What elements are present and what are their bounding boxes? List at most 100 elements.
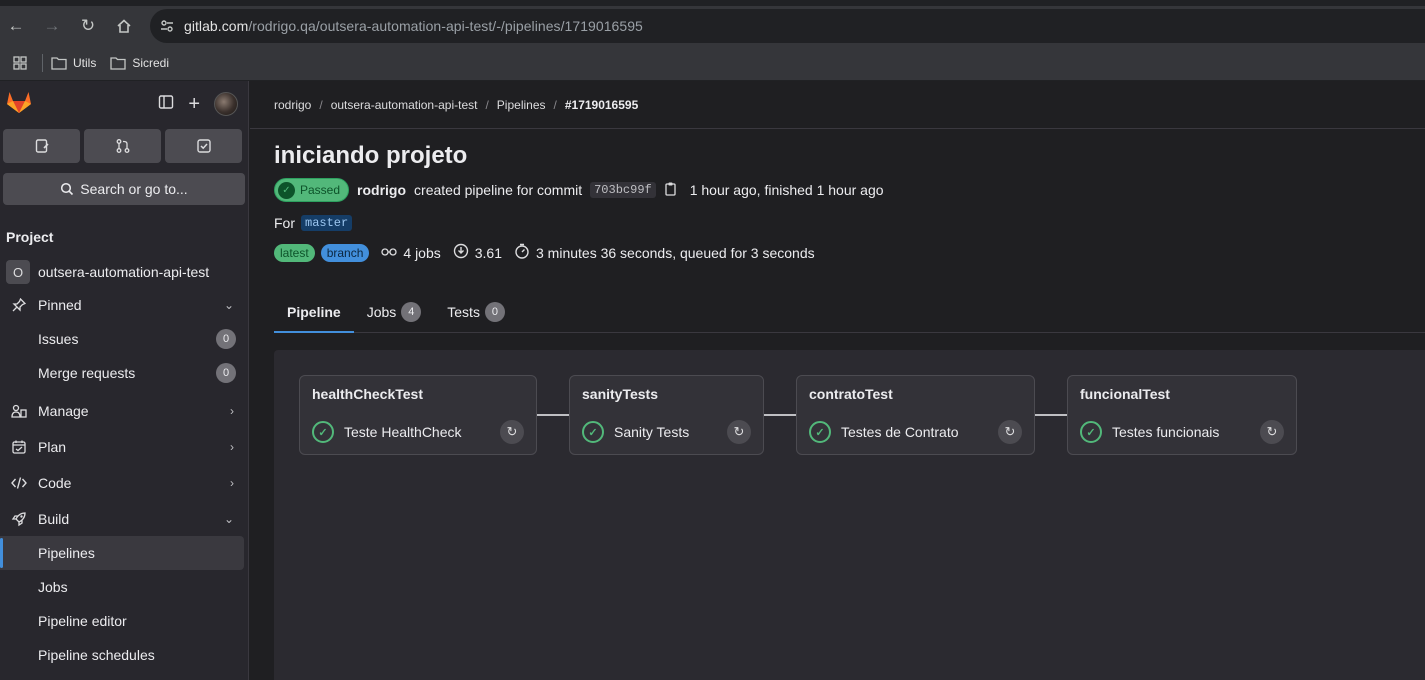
gitlab-logo-icon[interactable] <box>6 90 32 119</box>
todo-shortcut-button[interactable] <box>165 129 242 163</box>
breadcrumb-pipeline-id[interactable]: #1719016595 <box>565 98 638 112</box>
stage-title: healthCheckTest <box>312 386 423 402</box>
sidebar-item-label: Jobs <box>38 579 68 595</box>
stage-connector <box>764 414 796 416</box>
search-button[interactable]: Search or go to... <box>3 173 245 205</box>
check-icon: ✓ <box>278 181 295 199</box>
bookmark-label: Utils <box>73 55 97 70</box>
tab-count-badge: 4 <box>401 301 422 322</box>
breadcrumb-separator: / <box>553 98 557 112</box>
sidebar: + Search or go to... Project O outsera-a… <box>0 81 249 680</box>
sidebar-item-issues[interactable]: Issues 0 <box>0 322 248 356</box>
job-name: Sanity Tests <box>614 424 690 440</box>
sidebar-item-label: Merge requests <box>38 365 136 381</box>
tab-jobs[interactable]: Jobs 4 <box>354 290 435 333</box>
issues-icon <box>35 139 49 153</box>
chevron-right-icon: › <box>230 404 234 418</box>
clock-icon <box>514 243 530 262</box>
tab-label: Jobs <box>366 303 397 320</box>
sidebar-section-heading: Project <box>6 229 54 245</box>
issues-shortcut-button[interactable] <box>3 129 80 163</box>
folder-icon <box>51 56 67 70</box>
site-settings-icon[interactable] <box>150 9 184 43</box>
back-icon[interactable]: ← <box>2 12 30 40</box>
sidebar-item-label: Code <box>38 475 72 491</box>
url-host: gitlab.com <box>184 18 249 34</box>
bookmark-utils[interactable]: Utils <box>51 56 96 70</box>
sidebar-item-jobs[interactable]: Jobs <box>0 570 248 604</box>
success-check-icon: ✓ <box>1080 421 1102 443</box>
job-item[interactable]: ✓ Testes de Contrato ↻ <box>809 420 1022 444</box>
score-icon <box>453 243 469 262</box>
todo-icon <box>196 139 211 153</box>
success-check-icon: ✓ <box>312 421 334 443</box>
project-avatar: O <box>6 260 30 284</box>
job-item[interactable]: ✓ Testes funcionais ↻ <box>1080 420 1284 444</box>
breadcrumb-project[interactable]: outsera-automation-api-test <box>331 98 478 112</box>
sidebar-project-link[interactable]: O outsera-automation-api-test <box>0 260 248 284</box>
sidebar-item-merge-requests[interactable]: Merge requests 0 <box>0 356 248 390</box>
stage-card-contratotest: contratoTest ✓ Testes de Contrato ↻ <box>796 375 1035 455</box>
apps-grid-icon[interactable] <box>0 55 40 71</box>
plan-icon <box>10 440 28 454</box>
stage-title: contratoTest <box>809 386 893 402</box>
status-label: Passed <box>300 183 341 197</box>
search-icon <box>61 182 74 196</box>
retry-icon[interactable]: ↻ <box>727 420 751 444</box>
stage-connector <box>537 414 569 416</box>
bookmarks-separator <box>42 53 43 72</box>
sidebar-item-build[interactable]: Build ⌄ <box>0 502 248 536</box>
collapse-sidebar-icon[interactable] <box>158 94 174 115</box>
bookmarks-bar: Utils Sicredi <box>0 45 1425 81</box>
manage-icon <box>10 404 28 418</box>
sidebar-item-label: Pipeline schedules <box>38 647 155 663</box>
create-new-icon[interactable]: + <box>188 94 200 114</box>
retry-icon[interactable]: ↻ <box>1260 420 1284 444</box>
copy-icon[interactable] <box>664 181 678 200</box>
rocket-icon <box>10 511 28 527</box>
browser-toolbar: ← → ↻ gitlab.com/rodrigo.qa/outsera-auto… <box>0 0 1425 45</box>
url-text: gitlab.com/rodrigo.qa/outsera-automation… <box>184 18 643 34</box>
success-check-icon: ✓ <box>582 421 604 443</box>
breadcrumb-pipelines[interactable]: Pipelines <box>497 98 546 112</box>
address-bar[interactable]: gitlab.com/rodrigo.qa/outsera-automation… <box>150 9 1425 43</box>
sidebar-item-label: Plan <box>38 439 67 455</box>
tab-pipeline[interactable]: Pipeline <box>274 290 354 333</box>
pipeline-time: 1 hour ago, finished 1 hour ago <box>689 182 884 198</box>
sidebar-item-manage[interactable]: Manage › <box>0 394 248 428</box>
sidebar-item-label: Issues <box>38 331 79 347</box>
bookmark-sicredi[interactable]: Sicredi <box>110 56 169 70</box>
for-label: For <box>274 215 295 231</box>
sidebar-item-pipeline-editor[interactable]: Pipeline editor <box>0 604 248 638</box>
sidebar-item-pipeline-schedules[interactable]: Pipeline schedules <box>0 638 248 672</box>
breadcrumb-user[interactable]: rodrigo <box>274 98 311 112</box>
merge-requests-shortcut-button[interactable] <box>84 129 161 163</box>
breadcrumb: rodrigo / outsera-automation-api-test / … <box>274 98 638 112</box>
tab-label: Tests <box>447 303 480 320</box>
branch-name[interactable]: master <box>301 215 353 231</box>
pipeline-author[interactable]: rodrigo <box>357 182 406 198</box>
tab-tests[interactable]: Tests 0 <box>434 290 518 333</box>
job-item[interactable]: ✓ Sanity Tests ↻ <box>582 420 751 444</box>
job-item[interactable]: ✓ Teste HealthCheck ↻ <box>312 420 524 444</box>
sidebar-item-plan[interactable]: Plan › <box>0 430 248 464</box>
forward-icon[interactable]: → <box>38 12 66 40</box>
latest-badge: latest <box>274 243 315 262</box>
merge-request-icon <box>116 139 129 153</box>
sidebar-item-pipelines[interactable]: Pipelines <box>0 536 244 570</box>
sidebar-item-pinned[interactable]: Pinned ⌄ <box>0 288 248 322</box>
sidebar-item-code[interactable]: Code › <box>0 466 248 500</box>
commit-sha[interactable]: 703bc99f <box>590 182 656 198</box>
breadcrumb-separator: / <box>319 98 323 112</box>
retry-icon[interactable]: ↻ <box>500 420 524 444</box>
reload-icon[interactable]: ↻ <box>74 12 102 40</box>
user-avatar[interactable] <box>214 92 238 116</box>
status-badge[interactable]: ✓ Passed <box>274 178 350 202</box>
stage-card-funcionaltest: funcionalTest ✓ Testes funcionais ↻ <box>1067 375 1297 455</box>
home-icon[interactable] <box>110 12 138 40</box>
chevron-right-icon: › <box>230 476 234 490</box>
url-path: /rodrigo.qa/outsera-automation-api-test/… <box>248 18 643 34</box>
duration-text: 3 minutes 36 seconds, queued for 3 secon… <box>536 244 815 261</box>
retry-icon[interactable]: ↻ <box>998 420 1022 444</box>
chevron-down-icon: ⌄ <box>223 512 234 526</box>
